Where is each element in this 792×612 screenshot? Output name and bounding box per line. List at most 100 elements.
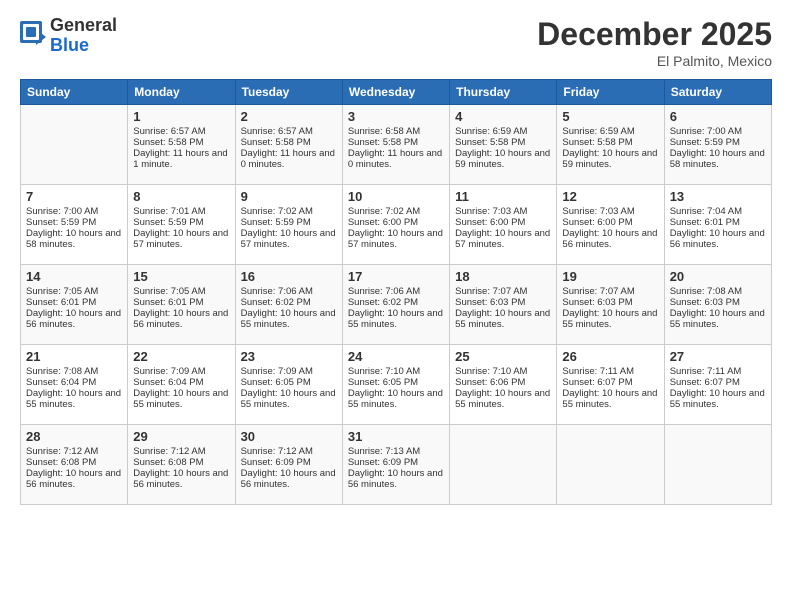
- cell-3-4: 17Sunrise: 7:06 AMSunset: 6:02 PMDayligh…: [342, 265, 449, 345]
- cell-5-2: 29Sunrise: 7:12 AMSunset: 6:08 PMDayligh…: [128, 425, 235, 505]
- sunrise: Sunrise: 6:59 AM: [562, 126, 634, 137]
- sunrise: Sunrise: 7:00 AM: [26, 206, 98, 217]
- sunset: Sunset: 6:03 PM: [562, 297, 632, 308]
- day-number: 17: [348, 269, 444, 284]
- daylight: Daylight: 10 hours and 56 minutes.: [133, 468, 228, 490]
- sunrise: Sunrise: 7:08 AM: [670, 286, 742, 297]
- calendar-page: General Blue December 2025 El Palmito, M…: [0, 0, 792, 612]
- sunset: Sunset: 6:05 PM: [241, 377, 311, 388]
- daylight: Daylight: 11 hours and 0 minutes.: [241, 148, 335, 170]
- logo: General Blue: [20, 16, 117, 56]
- week-row-5: 28Sunrise: 7:12 AMSunset: 6:08 PMDayligh…: [21, 425, 772, 505]
- cell-3-7: 20 Sunrise: 7:08 AMSunset: 6:03 PMDayligh…: [664, 265, 771, 345]
- sunset: Sunset: 5:59 PM: [670, 137, 740, 148]
- daylight: Daylight: 10 hours and 57 minutes.: [348, 228, 443, 250]
- daylight: Daylight: 10 hours and 55 minutes.: [241, 388, 336, 410]
- cell-2-2: 8Sunrise: 7:01 AMSunset: 5:59 PMDaylight…: [128, 185, 235, 265]
- day-number: 18: [455, 269, 551, 284]
- cell-4-2: 22Sunrise: 7:09 AMSunset: 6:04 PMDayligh…: [128, 345, 235, 425]
- day-number: 4: [455, 109, 551, 124]
- sunrise: Sunrise: 7:05 AM: [26, 286, 98, 297]
- sunset: Sunset: 6:06 PM: [455, 377, 525, 388]
- sunset: Sunset: 6:08 PM: [26, 457, 96, 468]
- week-row-4: 21Sunrise: 7:08 AMSunset: 6:04 PMDayligh…: [21, 345, 772, 425]
- cell-4-1: 21Sunrise: 7:08 AMSunset: 6:04 PMDayligh…: [21, 345, 128, 425]
- cell-4-3: 23Sunrise: 7:09 AMSunset: 6:05 PMDayligh…: [235, 345, 342, 425]
- sunset: Sunset: 5:58 PM: [241, 137, 311, 148]
- sunset: Sunset: 6:01 PM: [133, 297, 203, 308]
- sunrise: Sunrise: 7:04 AM: [670, 206, 742, 217]
- day-number: 8: [133, 189, 229, 204]
- cell-2-1: 7Sunrise: 7:00 AMSunset: 5:59 PMDaylight…: [21, 185, 128, 265]
- day-number: 6: [670, 109, 766, 124]
- day-number: 30: [241, 429, 337, 444]
- daylight: Daylight: 10 hours and 57 minutes.: [241, 228, 336, 250]
- sunset: Sunset: 5:59 PM: [26, 217, 96, 228]
- sunrise: Sunrise: 7:07 AM: [455, 286, 527, 297]
- location: El Palmito, Mexico: [537, 53, 772, 69]
- sunset: Sunset: 5:58 PM: [348, 137, 418, 148]
- day-number: 5: [562, 109, 658, 124]
- sunset: Sunset: 6:00 PM: [455, 217, 525, 228]
- cell-5-1: 28Sunrise: 7:12 AMSunset: 6:08 PMDayligh…: [21, 425, 128, 505]
- sunset: Sunset: 5:59 PM: [241, 217, 311, 228]
- sunrise: Sunrise: 7:11 AM: [562, 366, 634, 377]
- week-row-3: 14Sunrise: 7:05 AMSunset: 6:01 PMDayligh…: [21, 265, 772, 345]
- daylight: Daylight: 10 hours and 55 minutes.: [670, 388, 765, 410]
- sunrise: Sunrise: 7:11 AM: [670, 366, 742, 377]
- cell-1-7: 6Sunrise: 7:00 AMSunset: 5:59 PMDaylight…: [664, 105, 771, 185]
- daylight: Daylight: 10 hours and 56 minutes.: [26, 308, 121, 330]
- col-friday: Friday: [557, 80, 664, 105]
- daylight: Daylight: 10 hours and 55 minutes.: [26, 388, 121, 410]
- daylight: Daylight: 10 hours and 55 minutes.: [670, 308, 765, 330]
- cell-1-3: 2Sunrise: 6:57 AMSunset: 5:58 PMDaylight…: [235, 105, 342, 185]
- sunset: Sunset: 6:03 PM: [670, 297, 740, 308]
- cell-3-6: 19Sunrise: 7:07 AMSunset: 6:03 PMDayligh…: [557, 265, 664, 345]
- cell-1-2: 1Sunrise: 6:57 AMSunset: 5:58 PMDaylight…: [128, 105, 235, 185]
- daylight: Daylight: 10 hours and 55 minutes.: [562, 308, 657, 330]
- sunrise: Sunrise: 6:57 AM: [133, 126, 205, 137]
- sunset: Sunset: 6:03 PM: [455, 297, 525, 308]
- sunrise: Sunrise: 7:12 AM: [241, 446, 313, 457]
- day-number: 9: [241, 189, 337, 204]
- sunrise: Sunrise: 7:02 AM: [348, 206, 420, 217]
- sunrise: Sunrise: 7:10 AM: [348, 366, 420, 377]
- sunset: Sunset: 6:01 PM: [26, 297, 96, 308]
- sunrise: Sunrise: 6:59 AM: [455, 126, 527, 137]
- daylight: Daylight: 10 hours and 57 minutes.: [455, 228, 550, 250]
- cell-1-4: 3Sunrise: 6:58 AMSunset: 5:58 PMDaylight…: [342, 105, 449, 185]
- day-number: 20: [670, 269, 766, 284]
- sunrise: Sunrise: 7:01 AM: [133, 206, 205, 217]
- daylight: Daylight: 10 hours and 56 minutes.: [26, 468, 121, 490]
- cell-4-6: 26Sunrise: 7:11 AMSunset: 6:07 PMDayligh…: [557, 345, 664, 425]
- sunrise: Sunrise: 7:09 AM: [133, 366, 205, 377]
- day-number: 15: [133, 269, 229, 284]
- title-area: December 2025 El Palmito, Mexico: [537, 16, 772, 69]
- cell-4-7: 27 Sunrise: 7:11 AMSunset: 6:07 PMDayligh…: [664, 345, 771, 425]
- sunrise: Sunrise: 7:12 AM: [26, 446, 98, 457]
- day-number: 27: [670, 349, 766, 364]
- day-number: 23: [241, 349, 337, 364]
- col-thursday: Thursday: [450, 80, 557, 105]
- daylight: Daylight: 11 hours and 0 minutes.: [348, 148, 442, 170]
- sunset: Sunset: 5:58 PM: [133, 137, 203, 148]
- cell-1-6: 5Sunrise: 6:59 AMSunset: 5:58 PMDaylight…: [557, 105, 664, 185]
- sunset: Sunset: 6:04 PM: [133, 377, 203, 388]
- sunrise: Sunrise: 7:12 AM: [133, 446, 205, 457]
- daylight: Daylight: 11 hours and 1 minute.: [133, 148, 227, 170]
- day-number: 13: [670, 189, 766, 204]
- day-number: 31: [348, 429, 444, 444]
- sunrise: Sunrise: 6:58 AM: [348, 126, 420, 137]
- cell-1-1: [21, 105, 128, 185]
- sunrise: Sunrise: 7:03 AM: [455, 206, 527, 217]
- sunset: Sunset: 6:01 PM: [670, 217, 740, 228]
- cell-2-3: 9 Sunrise: 7:02 AMSunset: 5:59 PMDaylight…: [235, 185, 342, 265]
- sunrise: Sunrise: 7:02 AM: [241, 206, 313, 217]
- cell-3-5: 18Sunrise: 7:07 AMSunset: 6:03 PMDayligh…: [450, 265, 557, 345]
- daylight: Daylight: 10 hours and 56 minutes.: [348, 468, 443, 490]
- sunset: Sunset: 6:07 PM: [670, 377, 740, 388]
- day-number: 14: [26, 269, 122, 284]
- cell-5-4: 31Sunrise: 7:13 AMSunset: 6:09 PMDayligh…: [342, 425, 449, 505]
- sunset: Sunset: 6:09 PM: [348, 457, 418, 468]
- cell-2-6: 12Sunrise: 7:03 AMSunset: 6:00 PMDayligh…: [557, 185, 664, 265]
